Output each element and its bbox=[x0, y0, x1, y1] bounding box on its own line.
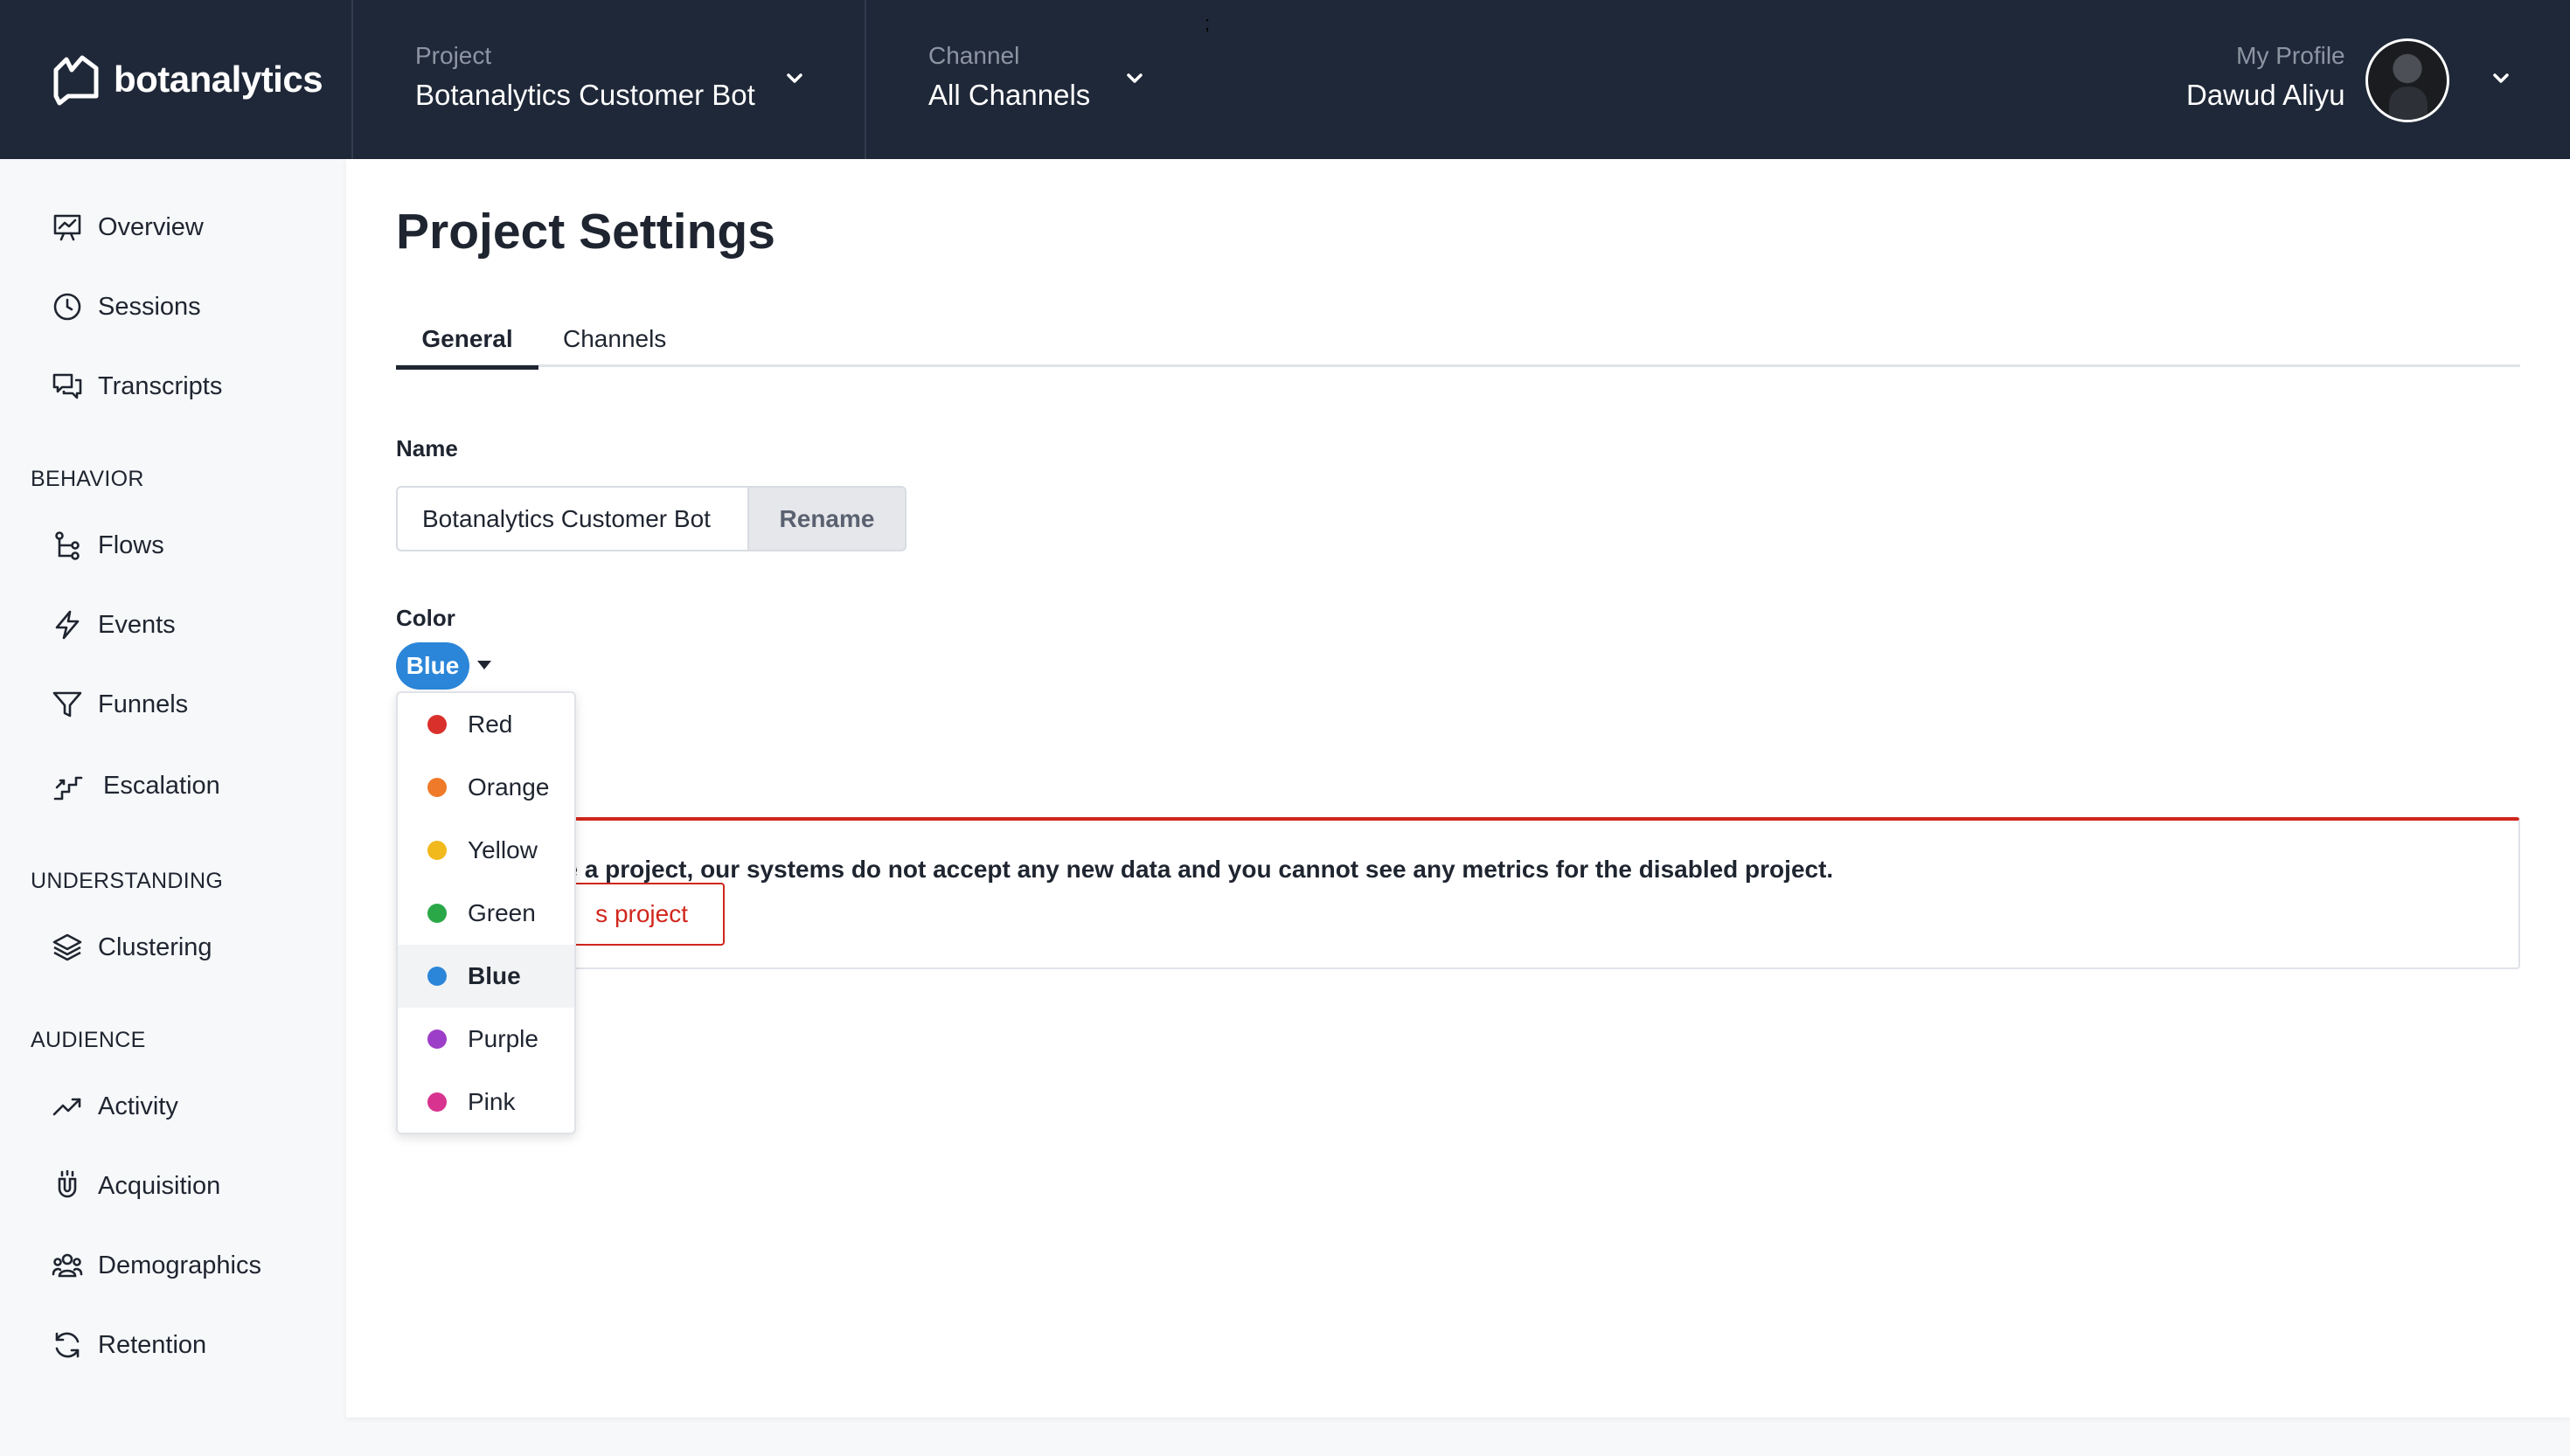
layers-icon bbox=[51, 931, 84, 964]
users-icon bbox=[51, 1249, 84, 1282]
header-divider bbox=[351, 0, 353, 159]
sidebar-item-overview[interactable]: Overview bbox=[51, 205, 204, 250]
color-option-label: Orange bbox=[468, 773, 550, 801]
section-behavior: BEHAVIOR bbox=[31, 467, 144, 491]
color-option-red[interactable]: Red bbox=[398, 693, 574, 756]
sidebar: Overview Sessions Transcripts BEHAVIOR F… bbox=[0, 159, 346, 1456]
sidebar-item-transcripts[interactable]: Transcripts bbox=[51, 364, 222, 409]
sidebar-item-label: Retention bbox=[98, 1330, 207, 1359]
sidebar-item-funnels[interactable]: Funnels bbox=[51, 682, 188, 727]
profile-menu[interactable]: My Profile Dawud Aliyu bbox=[2186, 42, 2345, 112]
project-selector-value: Botanalytics Customer Bot bbox=[415, 79, 755, 111]
color-option-blue[interactable]: Blue bbox=[398, 945, 574, 1008]
app-name: botanalytics bbox=[114, 59, 323, 100]
color-option-yellow[interactable]: Yellow bbox=[398, 819, 574, 882]
refresh-icon bbox=[51, 1328, 84, 1362]
color-dot bbox=[427, 778, 447, 797]
sidebar-item-label: Funnels bbox=[98, 690, 189, 718]
main-content: Project Settings General Channels Name B… bbox=[346, 159, 2570, 1418]
color-option-label: Yellow bbox=[468, 836, 538, 863]
color-option-label: Green bbox=[468, 899, 536, 926]
sidebar-item-clustering[interactable]: Clustering bbox=[51, 925, 212, 970]
section-audience: AUDIENCE bbox=[31, 1028, 146, 1052]
project-name-input[interactable]: Botanalytics Customer Bot bbox=[396, 486, 747, 551]
color-option-label: Blue bbox=[468, 962, 521, 989]
chevron-down-icon[interactable] bbox=[781, 66, 808, 92]
sidebar-item-label: Events bbox=[98, 610, 176, 639]
color-dot bbox=[427, 1030, 447, 1049]
sidebar-item-label: Overview bbox=[98, 212, 204, 241]
sidebar-item-label: Acquisition bbox=[98, 1171, 221, 1200]
color-dot bbox=[427, 715, 447, 734]
logo-icon bbox=[53, 55, 99, 106]
sidebar-item-label: Demographics bbox=[98, 1251, 261, 1279]
sidebar-item-label: Escalation bbox=[103, 771, 220, 800]
caret-down-icon[interactable] bbox=[477, 661, 491, 669]
sidebar-item-retention[interactable]: Retention bbox=[51, 1322, 206, 1368]
color-option-purple[interactable]: Purple bbox=[398, 1008, 574, 1071]
chat-bubbles-icon bbox=[51, 370, 84, 403]
app-logo[interactable]: botanalytics bbox=[51, 49, 323, 110]
chevron-down-icon[interactable] bbox=[2488, 66, 2514, 92]
settings-tabs: General Channels bbox=[396, 325, 2520, 370]
sidebar-item-events[interactable]: Events bbox=[51, 602, 176, 648]
color-dot bbox=[427, 1092, 447, 1112]
avatar[interactable] bbox=[2365, 38, 2449, 122]
trend-up-icon bbox=[51, 1090, 84, 1123]
project-selector-label: Project bbox=[415, 42, 492, 69]
color-option-pink[interactable]: Pink bbox=[398, 1071, 574, 1133]
funnel-icon bbox=[51, 688, 84, 721]
channel-selector-label: Channel bbox=[928, 42, 1020, 69]
sidebar-item-sessions[interactable]: Sessions bbox=[51, 284, 201, 329]
color-dot bbox=[427, 841, 447, 860]
escalation-icon bbox=[51, 769, 84, 802]
sidebar-item-label: Clustering bbox=[98, 933, 212, 961]
color-dot bbox=[427, 904, 447, 923]
page-title: Project Settings bbox=[396, 204, 775, 260]
top-bar: botanalytics Project Botanalytics Custom… bbox=[0, 0, 2570, 159]
stray-mark: ; bbox=[1205, 12, 1211, 34]
color-dot bbox=[427, 967, 447, 986]
header-divider bbox=[865, 0, 866, 159]
sidebar-item-escalation[interactable]: Escalation bbox=[51, 763, 220, 808]
sidebar-item-activity[interactable]: Activity bbox=[51, 1084, 178, 1129]
disable-project-panel: able a project, our systems do not accep… bbox=[396, 817, 2520, 969]
color-option-label: Pink bbox=[468, 1088, 516, 1115]
profile-label: My Profile bbox=[2236, 42, 2345, 69]
color-dropdown-menu: Red Orange Yellow Green Blue Purple Pink bbox=[396, 691, 576, 1134]
sidebar-item-label: Activity bbox=[98, 1092, 178, 1120]
sidebar-item-acquisition[interactable]: Acquisition bbox=[51, 1163, 220, 1209]
channel-selector[interactable]: Channel All Channels bbox=[928, 42, 1090, 112]
sidebar-item-flows[interactable]: Flows bbox=[51, 523, 164, 568]
sidebar-item-label: Flows bbox=[98, 530, 164, 559]
color-option-orange[interactable]: Orange bbox=[398, 756, 574, 819]
tab-general[interactable]: General bbox=[396, 325, 538, 370]
name-label: Name bbox=[396, 435, 458, 461]
lightning-icon bbox=[51, 608, 84, 641]
presentation-chart-icon bbox=[51, 211, 84, 244]
color-label: Color bbox=[396, 605, 455, 631]
project-selector[interactable]: Project Botanalytics Customer Bot bbox=[415, 42, 755, 112]
tab-channels[interactable]: Channels bbox=[563, 325, 666, 367]
sidebar-item-label: Sessions bbox=[98, 292, 201, 321]
magnet-icon bbox=[51, 1169, 84, 1203]
clock-icon bbox=[51, 290, 84, 323]
color-option-green[interactable]: Green bbox=[398, 882, 574, 945]
flow-icon bbox=[51, 529, 84, 562]
section-understanding: UNDERSTANDING bbox=[31, 869, 224, 893]
rename-button[interactable]: Rename bbox=[747, 486, 906, 551]
color-option-label: Red bbox=[468, 711, 513, 738]
chevron-down-icon[interactable] bbox=[1122, 66, 1148, 92]
sidebar-item-label: Transcripts bbox=[98, 371, 223, 400]
sidebar-item-demographics[interactable]: Demographics bbox=[51, 1243, 261, 1288]
profile-name: Dawud Aliyu bbox=[2186, 79, 2345, 111]
disable-warning-text: able a project, our systems do not accep… bbox=[529, 856, 1834, 883]
channel-selector-value: All Channels bbox=[928, 79, 1091, 111]
color-option-label: Purple bbox=[468, 1025, 538, 1052]
color-select[interactable]: Blue bbox=[396, 642, 469, 690]
